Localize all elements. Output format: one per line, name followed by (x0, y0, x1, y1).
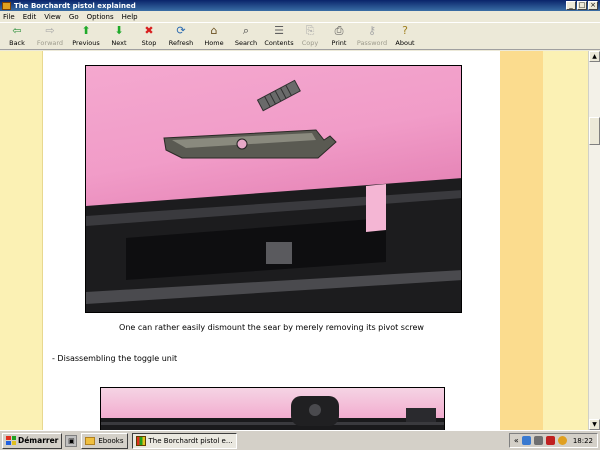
right-margin-stripe (500, 51, 543, 430)
menu-go[interactable]: Go (69, 13, 79, 21)
menu-options[interactable]: Options (87, 13, 114, 21)
toolbar-label: Forward (36, 39, 64, 47)
taskbar: Démarrer ▣ Ebooks The Borchardt pistol e… (0, 430, 600, 450)
minimize-button[interactable]: _ (566, 1, 576, 10)
left-margin-stripe (0, 51, 43, 430)
down-arrow-icon: ⬇ (114, 24, 124, 37)
folder-icon (85, 436, 96, 445)
volume-icon[interactable] (557, 436, 567, 445)
contents-icon: ☰ (274, 24, 284, 37)
close-button[interactable]: × (588, 1, 598, 10)
toolbar-label: Refresh (168, 39, 194, 47)
menu-edit[interactable]: Edit (23, 13, 37, 21)
app-icon (2, 1, 11, 10)
previous-button[interactable]: ⬆ Previous (68, 23, 104, 50)
next-button[interactable]: ⬇ Next (104, 23, 134, 50)
toolbar-label: Back (9, 39, 25, 47)
app-icon (135, 435, 146, 446)
contents-button[interactable]: ☰ Contents (262, 23, 296, 50)
home-button[interactable]: ⌂ Home (198, 23, 230, 50)
task-label: Ebooks (98, 436, 124, 445)
refresh-icon: ⟳ (176, 24, 186, 37)
menu-file[interactable]: File (3, 13, 15, 21)
toolbar-label: Password (356, 39, 388, 47)
refresh-button[interactable]: ⟳ Refresh (164, 23, 198, 50)
task-ebooks[interactable]: Ebooks (81, 432, 128, 449)
toolbar-label: Contents (264, 39, 294, 47)
toolbar-label: Stop (141, 39, 157, 47)
copy-icon: ⎘ (305, 24, 315, 37)
content-area[interactable]: One can rather easily dismount the sear … (0, 51, 588, 430)
sear-photo (85, 65, 462, 313)
about-icon: ? (402, 24, 408, 37)
home-icon: ⌂ (210, 24, 218, 37)
print-icon: ⎙ (334, 24, 344, 37)
quicklaunch-icon[interactable]: ▣ (65, 434, 78, 447)
toggle-unit-drawing (101, 396, 444, 430)
scroll-down-arrow-icon[interactable]: ▼ (589, 419, 600, 430)
maximize-button[interactable]: □ (577, 1, 587, 10)
toolbar: ⇦ Back ⇨ Forward ⬆ Previous ⬇ Next ✖ Stop ⟳ Refresh… (0, 22, 600, 50)
scroll-thumb[interactable] (589, 117, 600, 145)
title-bar[interactable]: The Borchardt pistol explained _ □ × (0, 0, 600, 11)
task-borchardt[interactable]: The Borchardt pistol e... (131, 432, 237, 449)
toolbar-label: About (395, 39, 415, 47)
back-button[interactable]: ⇦ Back (2, 23, 32, 50)
tray-expand-button[interactable]: « (514, 436, 519, 445)
search-button[interactable]: ⌕ Search (230, 23, 262, 50)
system-tray: « 18:22 (508, 433, 598, 448)
task-label: The Borchardt pistol e... (148, 436, 233, 445)
toggle-unit-photo (100, 387, 445, 430)
search-icon: ⌕ (242, 24, 250, 37)
toolbar-label: Previous (72, 39, 100, 47)
forward-arrow-icon: ⇨ (45, 24, 55, 37)
monitor-icon[interactable] (533, 436, 543, 445)
scroll-up-arrow-icon[interactable]: ▲ (589, 51, 600, 62)
stop-button[interactable]: ✖ Stop (134, 23, 164, 50)
network-icon[interactable] (521, 436, 531, 445)
sear-photo-drawing (86, 79, 461, 312)
start-button[interactable]: Démarrer (2, 432, 63, 449)
security-icon[interactable] (545, 436, 555, 445)
toolbar-label: Search (234, 39, 258, 47)
section-heading: - Disassembling the toggle unit (52, 354, 178, 363)
vertical-scrollbar[interactable]: ▲ ▼ (588, 51, 600, 430)
stop-icon: ✖ (144, 24, 154, 37)
toolbar-label: Next (111, 39, 127, 47)
window-title: The Borchardt pistol explained (14, 1, 136, 10)
menu-view[interactable]: View (44, 13, 61, 21)
start-label: Démarrer (18, 436, 59, 445)
print-button[interactable]: ⎙ Print (324, 23, 354, 50)
windows-logo-icon (6, 436, 16, 445)
key-icon: ⚷ (367, 24, 377, 37)
toolbar-label: Copy (301, 39, 319, 47)
toolbar-label: Home (204, 39, 224, 47)
photo-caption: One can rather easily dismount the sear … (119, 323, 424, 332)
clock[interactable]: 18:22 (573, 437, 593, 445)
right-outer-stripe (543, 51, 588, 430)
about-button[interactable]: ? About (390, 23, 420, 50)
password-button[interactable]: ⚷ Password (354, 23, 390, 50)
back-arrow-icon: ⇦ (12, 24, 22, 37)
copy-button[interactable]: ⎘ Copy (296, 23, 324, 50)
up-arrow-icon: ⬆ (81, 24, 91, 37)
menu-help[interactable]: Help (122, 13, 138, 21)
forward-button[interactable]: ⇨ Forward (32, 23, 68, 50)
toolbar-label: Print (331, 39, 347, 47)
menu-bar: File Edit View Go Options Help (0, 11, 600, 22)
